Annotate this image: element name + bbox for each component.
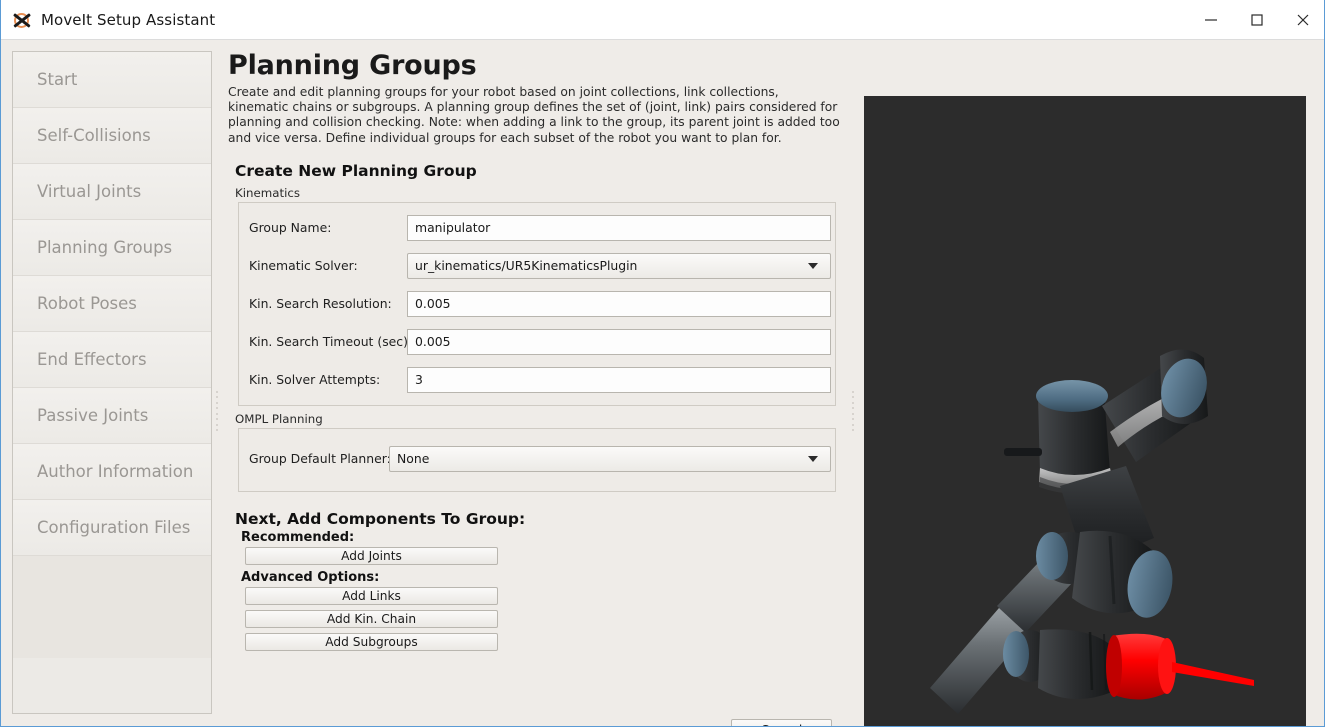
close-icon[interactable]	[1280, 0, 1325, 39]
page-description: Create and edit planning groups for your…	[228, 85, 840, 146]
sidebar-item-label: Author Information	[37, 462, 193, 481]
kinematic-solver-label: Kinematic Solver:	[249, 258, 407, 273]
sidebar-item-self-collisions[interactable]: Self-Collisions	[13, 108, 211, 164]
sidebar-item-start[interactable]: Start	[13, 52, 211, 108]
ompl-group-label: OMPL Planning	[235, 412, 846, 426]
advanced-options-label: Advanced Options:	[241, 570, 846, 585]
kinematic-solver-value: ur_kinematics/UR5KinematicsPlugin	[415, 258, 637, 273]
sidebar-item-label: End Effectors	[37, 350, 147, 369]
maximize-icon[interactable]	[1234, 0, 1280, 39]
cancel-mnemonic: C	[761, 723, 770, 727]
window-title: MoveIt Setup Assistant	[41, 11, 215, 29]
cancel-label-rest: ancel	[769, 723, 802, 727]
default-planner-label: Group Default Planner:	[249, 451, 389, 466]
title-bar: MoveIt Setup Assistant	[1, 0, 1325, 40]
sidebar-item-label: Passive Joints	[37, 406, 148, 425]
navigation-sidebar: Start Self-Collisions Virtual Joints Pla…	[12, 51, 212, 714]
group-name-label: Group Name:	[249, 220, 407, 235]
sidebar-item-label: Self-Collisions	[37, 126, 151, 145]
add-subgroups-button[interactable]: Add Subgroups	[245, 633, 498, 651]
add-links-button[interactable]: Add Links	[245, 587, 498, 605]
app-window: MoveIt Setup Assistant Start Self-Collis…	[0, 0, 1325, 727]
sidebar-item-planning-groups[interactable]: Planning Groups	[13, 220, 211, 276]
search-resolution-label: Kin. Search Resolution:	[249, 296, 407, 311]
sidebar-item-robot-poses[interactable]: Robot Poses	[13, 276, 211, 332]
sidebar-item-virtual-joints[interactable]: Virtual Joints	[13, 164, 211, 220]
sidebar-item-label: Robot Poses	[37, 294, 137, 313]
chevron-down-icon	[808, 456, 818, 462]
robot-3d-view[interactable]	[864, 96, 1306, 727]
main-panel: Planning Groups Create and edit planning…	[221, 46, 846, 722]
window-body: Start Self-Collisions Virtual Joints Pla…	[1, 40, 1324, 726]
page-title: Planning Groups	[228, 50, 846, 81]
cancel-button[interactable]: Cancel	[731, 719, 832, 727]
left-splitter-handle[interactable]	[213, 389, 220, 433]
sidebar-item-label: Start	[37, 70, 77, 89]
sidebar-item-label: Planning Groups	[37, 238, 172, 257]
row-search-timeout: Kin. Search Timeout (sec): 0.005	[239, 326, 835, 358]
section-title: Create New Planning Group	[235, 162, 846, 180]
ompl-groupbox: Group Default Planner: None	[238, 428, 836, 492]
row-kinematic-solver: Kinematic Solver: ur_kinematics/UR5Kinem…	[239, 250, 835, 282]
solver-attempts-label: Kin. Solver Attempts:	[249, 372, 407, 387]
row-group-name: Group Name: manipulator	[239, 212, 835, 244]
row-search-resolution: Kin. Search Resolution: 0.005	[239, 288, 835, 320]
sidebar-item-label: Virtual Joints	[37, 182, 141, 201]
solver-attempts-input[interactable]: 3	[407, 367, 831, 393]
chevron-down-icon	[808, 263, 818, 269]
search-timeout-label: Kin. Search Timeout (sec):	[249, 334, 407, 349]
sidebar-item-label: Configuration Files	[37, 518, 190, 537]
add-components-title: Next, Add Components To Group:	[235, 510, 846, 528]
add-joints-button[interactable]: Add Joints	[245, 547, 498, 565]
kinematic-solver-select[interactable]: ur_kinematics/UR5KinematicsPlugin	[407, 253, 831, 279]
sidebar-item-configuration-files[interactable]: Configuration Files	[13, 500, 211, 556]
search-resolution-input[interactable]: 0.005	[407, 291, 831, 317]
search-timeout-input[interactable]: 0.005	[407, 329, 831, 355]
window-controls	[1188, 0, 1325, 39]
sidebar-item-author-information[interactable]: Author Information	[13, 444, 211, 500]
sidebar-item-passive-joints[interactable]: Passive Joints	[13, 388, 211, 444]
group-name-input[interactable]: manipulator	[407, 215, 831, 241]
minimize-icon[interactable]	[1188, 0, 1234, 39]
recommended-label: Recommended:	[241, 530, 846, 545]
row-solver-attempts: Kin. Solver Attempts: 3	[239, 364, 835, 396]
sidebar-item-end-effectors[interactable]: End Effectors	[13, 332, 211, 388]
sidebar-empty-area	[13, 556, 211, 658]
moveit-x-icon	[11, 9, 33, 31]
default-planner-value: None	[397, 451, 429, 466]
kinematics-groupbox: Group Name: manipulator Kinematic Solver…	[238, 202, 836, 406]
right-splitter-handle[interactable]	[849, 389, 856, 433]
add-kin-chain-button[interactable]: Add Kin. Chain	[245, 610, 498, 628]
kinematics-group-label: Kinematics	[235, 186, 846, 200]
row-default-planner: Group Default Planner: None	[239, 443, 835, 475]
default-planner-select[interactable]: None	[389, 446, 831, 472]
